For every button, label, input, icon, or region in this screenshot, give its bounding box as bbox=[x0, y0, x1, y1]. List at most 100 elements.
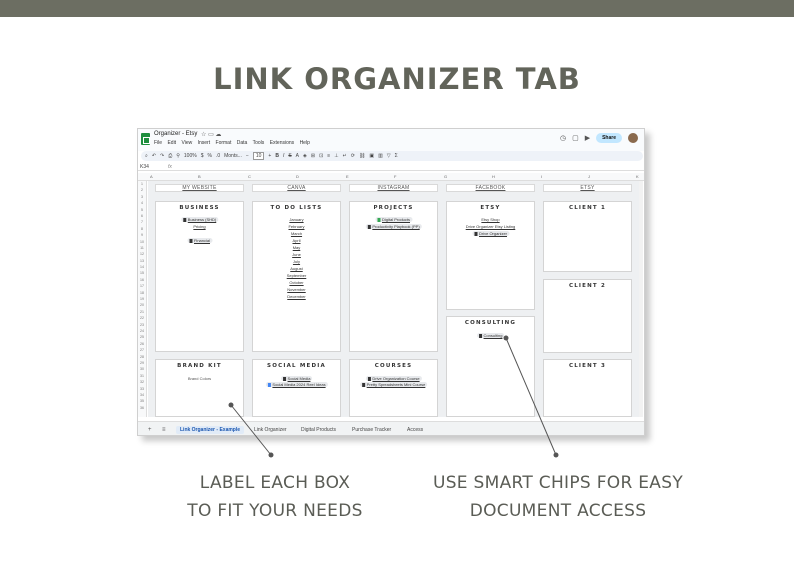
comment-add-icon[interactable]: ▣ bbox=[369, 153, 374, 159]
col-h[interactable]: H bbox=[492, 174, 495, 179]
smart-chip[interactable]: Social Media bbox=[280, 376, 313, 381]
bold-icon[interactable]: B bbox=[275, 153, 279, 159]
valign-icon[interactable]: ⊥ bbox=[334, 153, 338, 159]
link[interactable]: September bbox=[253, 273, 340, 278]
link[interactable]: November bbox=[253, 287, 340, 292]
smart-chip[interactable]: Business (SHD) bbox=[180, 217, 219, 222]
row-number[interactable]: 36 bbox=[138, 405, 146, 411]
tab-link-organizer[interactable]: Link Organizer bbox=[250, 426, 291, 434]
menu-data[interactable]: Data bbox=[237, 140, 248, 146]
comment-icon[interactable]: ▢ bbox=[572, 134, 579, 142]
link[interactable]: Pricing bbox=[156, 224, 243, 229]
menu-insert[interactable]: Insert bbox=[198, 140, 211, 146]
link[interactable]: January bbox=[253, 217, 340, 222]
smart-chip[interactable]: Digital Products bbox=[374, 217, 413, 222]
box-client-2[interactable]: CLIENT 2 bbox=[543, 279, 632, 353]
print-icon[interactable]: ⎙ bbox=[168, 153, 172, 159]
tab-link-organizer-example[interactable]: Link Organizer - Example bbox=[176, 426, 245, 434]
col-k[interactable]: K bbox=[636, 174, 639, 179]
text-color-icon[interactable]: A bbox=[296, 153, 299, 159]
smart-chip[interactable]: Drive Organizer bbox=[471, 231, 510, 236]
font-size-input[interactable]: 10 bbox=[252, 152, 265, 160]
tab-digital-products[interactable]: Digital Products bbox=[297, 426, 340, 434]
smart-chip[interactable]: Drive Organization Course bbox=[365, 376, 422, 381]
col-e[interactable]: E bbox=[346, 174, 349, 179]
currency-icon[interactable]: $ bbox=[201, 153, 204, 159]
link[interactable]: October bbox=[253, 280, 340, 285]
fill-color-icon[interactable]: ◈ bbox=[303, 153, 307, 159]
sheets-logo-icon[interactable] bbox=[141, 133, 150, 145]
cloud-status-icon[interactable]: ☁ bbox=[215, 132, 221, 138]
menu-edit[interactable]: Edit bbox=[167, 140, 176, 146]
box-courses[interactable]: COURSES Drive Organization Course Pretty… bbox=[349, 359, 438, 417]
link[interactable]: June bbox=[253, 252, 340, 257]
tab-purchase-tracker[interactable]: Purchase Tracker bbox=[348, 426, 395, 434]
wrap-icon[interactable]: ↵ bbox=[343, 153, 347, 159]
header-etsy[interactable]: ETSY bbox=[543, 184, 632, 192]
menu-tools[interactable]: Tools bbox=[253, 140, 265, 146]
borders-icon[interactable]: ⊞ bbox=[311, 153, 315, 159]
smart-chip[interactable]: Financial bbox=[186, 238, 213, 243]
header-my-website[interactable]: MY WEBSITE bbox=[155, 184, 244, 192]
percent-icon[interactable]: % bbox=[207, 153, 211, 159]
link[interactable]: August bbox=[253, 266, 340, 271]
link[interactable]: February bbox=[253, 224, 340, 229]
menu-view[interactable]: View bbox=[181, 140, 192, 146]
add-sheet-icon[interactable]: + bbox=[148, 427, 152, 433]
search-icon[interactable]: ⌕ bbox=[145, 153, 148, 159]
filter-icon[interactable]: ▽ bbox=[387, 153, 391, 159]
align-icon[interactable]: ≡ bbox=[327, 153, 330, 159]
font-select[interactable]: Monts... bbox=[224, 153, 242, 159]
col-a[interactable]: A bbox=[150, 174, 153, 179]
link[interactable]: May bbox=[253, 245, 340, 250]
smart-chip[interactable]: Social Media 2024 Reel Ideas bbox=[265, 382, 328, 387]
vertical-scrollbar[interactable] bbox=[639, 181, 643, 417]
zoom-select[interactable]: 100% bbox=[184, 153, 197, 159]
header-canva[interactable]: CANVA bbox=[252, 184, 341, 192]
menu-extensions[interactable]: Extensions bbox=[270, 140, 294, 146]
redo-icon[interactable]: ↷ bbox=[160, 153, 164, 159]
smart-chip[interactable]: Pretty Spreadsheets Mini Course bbox=[359, 382, 428, 387]
menu-format[interactable]: Format bbox=[216, 140, 232, 146]
rotate-icon[interactable]: ⟳ bbox=[351, 153, 355, 159]
box-projects[interactable]: PROJECTS Digital Products Productivity P… bbox=[349, 201, 438, 352]
header-instagram[interactable]: INSTAGRAM bbox=[349, 184, 438, 192]
smart-chip[interactable]: Consulting bbox=[476, 333, 505, 338]
all-sheets-icon[interactable]: ≡ bbox=[162, 427, 166, 433]
merge-icon[interactable]: ⊡ bbox=[319, 153, 323, 159]
smart-chip[interactable]: Productivity Playbook (PP) bbox=[365, 224, 422, 229]
meet-icon[interactable]: ▶ bbox=[585, 134, 590, 142]
functions-icon[interactable]: Σ bbox=[395, 153, 398, 159]
decrease-font-icon[interactable]: − bbox=[246, 153, 249, 159]
box-client-1[interactable]: CLIENT 1 bbox=[543, 201, 632, 272]
move-folder-icon[interactable]: ▭ bbox=[208, 132, 214, 138]
undo-icon[interactable]: ↶ bbox=[152, 153, 156, 159]
box-business[interactable]: BUSINESS Business (SHD) Pricing Financia… bbox=[155, 201, 244, 352]
decimal-icon[interactable]: .0 bbox=[216, 153, 220, 159]
link[interactable]: December bbox=[253, 294, 340, 299]
strikethrough-icon[interactable]: S bbox=[288, 153, 291, 159]
box-to-do-lists[interactable]: TO DO LISTS January February March April… bbox=[252, 201, 341, 352]
col-d[interactable]: D bbox=[296, 174, 299, 179]
col-j[interactable]: J bbox=[588, 174, 590, 179]
col-g[interactable]: G bbox=[444, 174, 447, 179]
name-box[interactable]: K34 bbox=[140, 164, 149, 170]
col-c[interactable]: C bbox=[248, 174, 251, 179]
link[interactable]: Drive Organizer Etsy Listing bbox=[447, 224, 534, 229]
header-facebook[interactable]: FACEBOOK bbox=[446, 184, 535, 192]
link-icon[interactable]: ⛓ bbox=[359, 153, 365, 159]
link[interactable]: July bbox=[253, 259, 340, 264]
share-button[interactable]: Share bbox=[596, 133, 622, 143]
link[interactable]: Etsy Shop bbox=[447, 217, 534, 222]
italic-icon[interactable]: I bbox=[283, 153, 284, 159]
box-brand-kit[interactable]: BRAND KIT Brand Colors bbox=[155, 359, 244, 417]
menu-file[interactable]: File bbox=[154, 140, 162, 146]
box-social-media[interactable]: SOCIAL MEDIA Social Media Social Media 2… bbox=[252, 359, 341, 417]
tab-access[interactable]: Access bbox=[403, 426, 427, 434]
link[interactable]: March bbox=[253, 231, 340, 236]
col-i[interactable]: I bbox=[541, 174, 542, 179]
increase-font-icon[interactable]: + bbox=[268, 153, 271, 159]
col-f[interactable]: F bbox=[394, 174, 396, 179]
link[interactable]: April bbox=[253, 238, 340, 243]
box-etsy[interactable]: ETSY Etsy Shop Drive Organizer Etsy List… bbox=[446, 201, 535, 310]
